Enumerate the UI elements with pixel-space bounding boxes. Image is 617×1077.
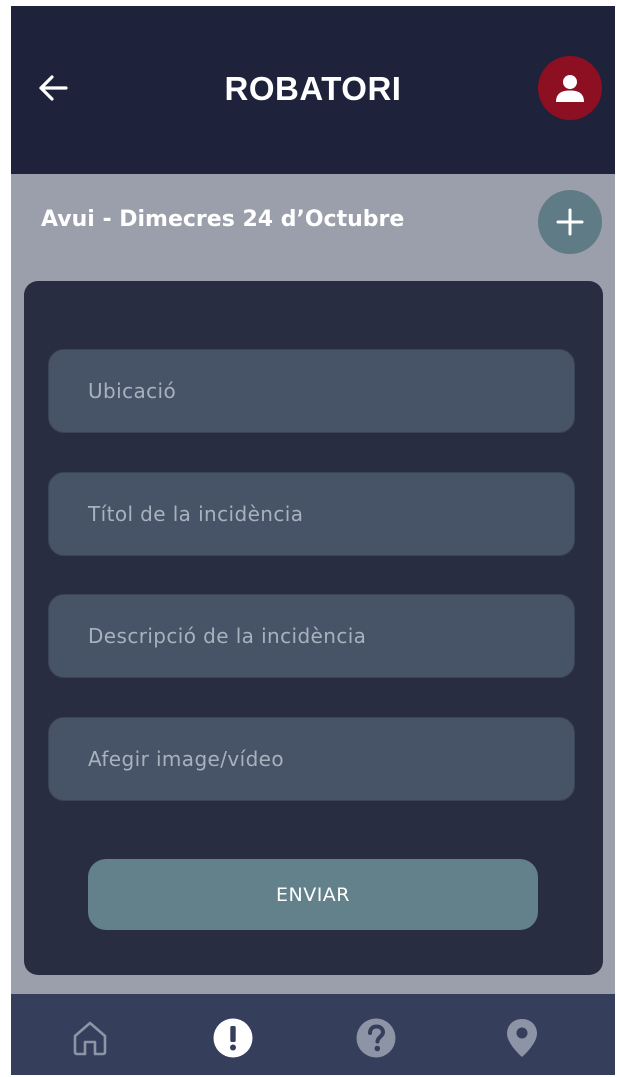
location-field-placeholder: Ubicació bbox=[88, 379, 177, 403]
help-icon bbox=[356, 1018, 396, 1058]
incident-description-placeholder: Descripció de la incidència bbox=[88, 624, 367, 648]
alert-icon bbox=[213, 1018, 253, 1058]
app-screen: ROBATORI Avui - Dimecres 24 d’Octubre Ub… bbox=[11, 6, 615, 1075]
incident-form: Ubicació Títol de la incidència Descripc… bbox=[24, 281, 603, 975]
send-button[interactable]: ENVIAR bbox=[88, 859, 538, 930]
incident-description-field[interactable]: Descripció de la incidència bbox=[48, 594, 575, 678]
top-bar: ROBATORI bbox=[11, 6, 615, 174]
profile-button[interactable] bbox=[538, 56, 602, 120]
media-upload-placeholder: Afegir image/vídeo bbox=[88, 747, 285, 771]
bottom-nav bbox=[11, 994, 615, 1075]
nav-help[interactable] bbox=[354, 1016, 398, 1060]
user-icon bbox=[556, 75, 584, 102]
plus-icon bbox=[556, 208, 584, 236]
nav-alert[interactable] bbox=[211, 1016, 255, 1060]
media-upload-field[interactable]: Afegir image/vídeo bbox=[48, 717, 575, 801]
page-title: ROBATORI bbox=[224, 70, 402, 107]
incident-title-placeholder: Títol de la incidència bbox=[88, 502, 304, 526]
incident-title-field[interactable]: Títol de la incidència bbox=[48, 472, 575, 556]
home-icon bbox=[73, 1021, 107, 1056]
nav-location[interactable] bbox=[500, 1016, 544, 1060]
location-pin-icon bbox=[507, 1019, 537, 1057]
date-label: Avui - Dimecres 24 d’Octubre bbox=[41, 207, 405, 232]
nav-home[interactable] bbox=[68, 1016, 112, 1060]
location-field[interactable]: Ubicació bbox=[48, 349, 575, 433]
add-button[interactable] bbox=[538, 190, 602, 254]
